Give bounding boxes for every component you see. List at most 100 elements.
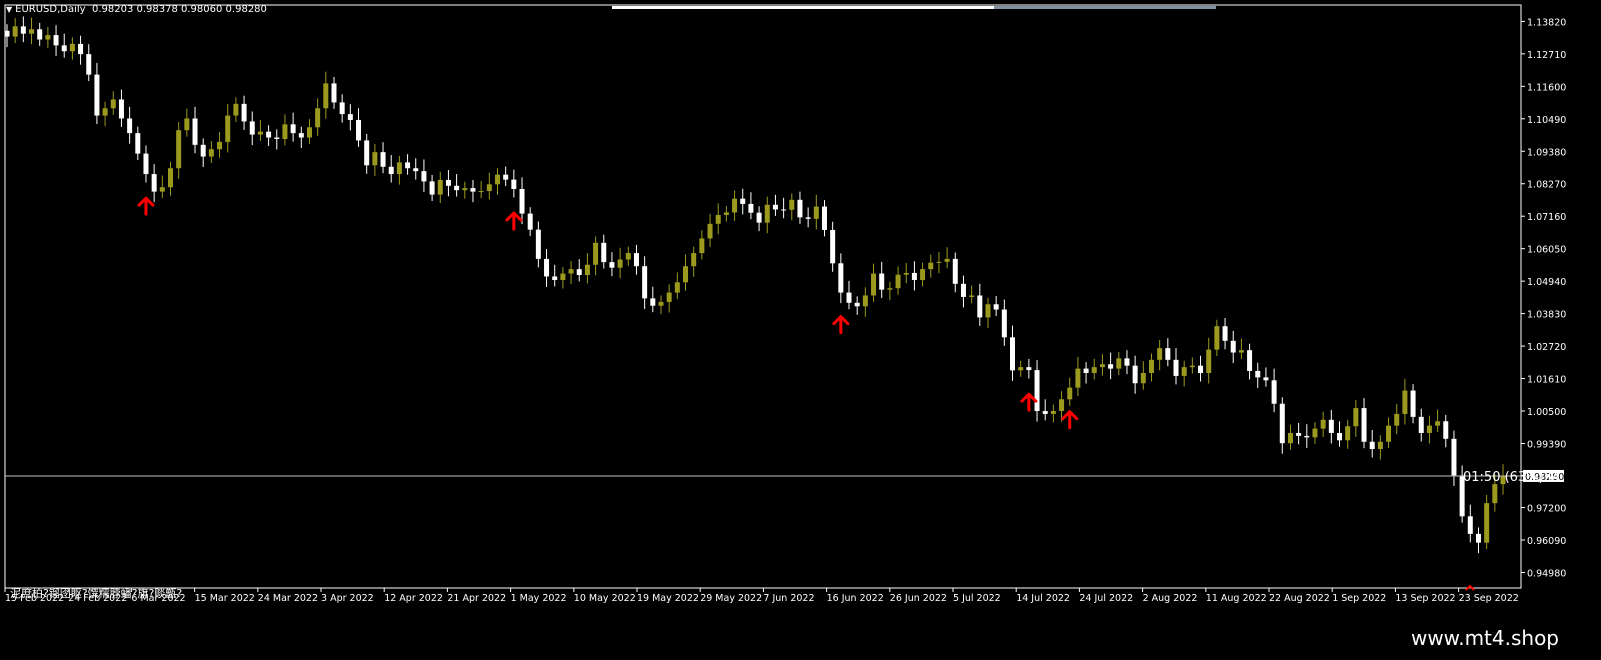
candle-body [1075,368,1081,388]
candle-body [1059,399,1065,412]
candle-body [633,253,639,267]
candle-body [233,103,239,116]
candle-body [544,258,550,277]
candle-body [282,124,288,139]
candle-body [405,162,411,169]
candle-body [699,238,705,254]
bar-countdown-label: 01:50 (63%) M [1463,470,1559,485]
buy-arrow-icon [1020,392,1038,412]
candle-body [1157,348,1163,360]
candle-body [494,174,500,185]
candle-body [511,179,517,189]
y-tick-label: 1.13820 [1527,17,1566,28]
candle-body [110,99,116,109]
candle-body [756,212,762,223]
candle-body [102,108,108,116]
price-chart[interactable]: 1.13820 1.12710 1.11600 1.10490 1.09380 1.082… [0,0,1601,620]
x-tick-label: 15 Mar 2022 [195,593,255,604]
candle-body [1328,419,1334,433]
candle-body [1320,419,1326,429]
candle-body [666,292,672,302]
candle-body [347,114,353,120]
candle-body [1067,387,1073,400]
candle-body [1402,390,1408,414]
candle-body [208,149,214,157]
candle-body [609,262,615,268]
candle-body [470,188,476,192]
candle-body [920,269,926,280]
y-tick-label: 1.12710 [1527,50,1566,61]
candle-body [503,174,509,180]
x-tick-label: 13 Sep 2022 [1395,593,1455,604]
candle-body [225,115,231,142]
candle-body [977,295,983,318]
candle-body [1230,340,1236,353]
candle-body [723,212,729,216]
candle-body [118,99,124,119]
candle-body [1386,425,1392,442]
candle-body [903,272,909,275]
candle-body [339,102,345,115]
candle-body [1108,364,1114,369]
candle-body [94,74,100,116]
x-tick-label: 5 Jul 2022 [953,593,1001,604]
candle-body [1018,367,1024,371]
candle-body [748,203,754,213]
y-tick-label: 1.11600 [1527,82,1566,93]
candle-body [1050,411,1056,414]
candle-body [61,45,67,52]
candle-body [813,206,819,219]
candle-body [1173,359,1179,376]
x-tick-label: 12 Apr 2022 [384,593,443,604]
candle-body [928,262,934,270]
candle-body [290,124,296,134]
candle-body [315,108,321,128]
candle-body [1279,403,1285,444]
y-tick-label: 1.00500 [1527,407,1566,418]
candle-body [772,204,778,210]
candle-body [1410,390,1416,417]
candle-body [323,83,329,109]
candle-body [1394,413,1400,426]
collapse-triangle-icon[interactable]: ▼ [6,5,12,14]
scroll-position-bar [612,6,994,9]
candle-body [593,242,599,265]
candle-body [1451,438,1457,476]
candle-body [584,264,590,275]
candle-body [879,273,885,290]
y-tick-label: 1.04940 [1527,277,1566,288]
candle-body [151,174,157,192]
candle-body [764,204,770,223]
y-tick-label: 1.01610 [1527,375,1566,386]
candle-body [601,242,607,263]
candle-body [707,223,713,239]
y-tick-label: 0.94980 [1527,568,1566,579]
candle-body [985,304,991,318]
x-tick-label: 16 Jun 2022 [827,593,884,604]
x-tick-label: 22 Aug 2022 [1269,593,1330,604]
candle-body [135,133,141,154]
candle-body [658,301,664,306]
y-tick-label: 1.10490 [1527,115,1566,126]
candle-body [1206,349,1212,373]
candle-body [944,258,950,262]
x-tick-label: 3 Apr 2022 [321,593,374,604]
candle-body [674,282,680,293]
candle-body [1091,367,1097,373]
candle-body [1132,365,1138,384]
candle-body [1140,372,1146,384]
candle-body [740,198,746,204]
scroll-track-bar [994,6,1216,9]
plot-frame [4,4,1522,589]
candle-body [960,283,966,297]
y-tick-label: 0.99390 [1527,439,1566,450]
candle-body [952,258,958,284]
candle-body [1296,432,1302,436]
x-tick-label: 24 Mar 2022 [258,593,318,604]
indicator-comment: 泥庶柏?镏囹眍?馔糯脖蟠?旗?赕甑? [10,587,183,600]
candle-body [1148,359,1154,373]
y-tick-label: 1.08270 [1527,180,1566,191]
candle-body [45,35,51,40]
candle-body [437,179,443,195]
candle-body [1369,441,1375,450]
